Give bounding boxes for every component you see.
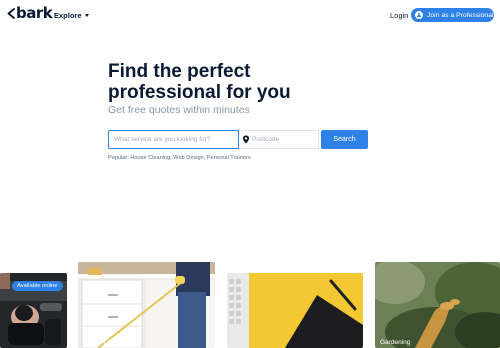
bark-logo[interactable]: bark: [7, 4, 53, 22]
gardening-label: Gardening: [380, 339, 411, 346]
explore-menu[interactable]: Explore: [54, 11, 89, 20]
join-as-professional-button[interactable]: Join as a Professional: [411, 8, 494, 22]
login-link[interactable]: Login: [390, 11, 408, 20]
category-card-web-design[interactable]: [227, 273, 363, 348]
category-card-gardening[interactable]: Gardening: [375, 262, 500, 348]
popular-searches: Popular: House Cleaning, Web Design, Per…: [108, 155, 251, 161]
gardening-photo: [375, 262, 500, 348]
house-cleaning-label: House Cleaning: [83, 339, 130, 346]
postcode-input[interactable]: [252, 132, 314, 147]
location-pin-icon: [242, 135, 250, 144]
search-button[interactable]: Search: [321, 130, 368, 149]
service-search-input[interactable]: [108, 130, 239, 149]
join-button-label: Join as a Professional: [427, 11, 494, 19]
chevron-down-icon: [84, 14, 89, 17]
house-cleaning-photo: [78, 262, 215, 348]
hero-title: Find the perfect professional for you: [108, 61, 291, 103]
available-online-badge: Available online: [12, 281, 63, 291]
postcode-field[interactable]: [239, 130, 319, 149]
logo-text: bark: [16, 4, 53, 22]
category-card-house-cleaning[interactable]: House Cleaning: [78, 262, 215, 348]
explore-label: Explore: [54, 11, 82, 20]
web-design-photo: [227, 273, 363, 348]
hero-subtitle: Get free quotes within minutes: [108, 104, 250, 116]
bark-logo-mark-icon: [7, 8, 15, 19]
user-icon: [415, 11, 423, 19]
top-navigation: bark Explore Login Join as a Professiona…: [0, 0, 500, 32]
